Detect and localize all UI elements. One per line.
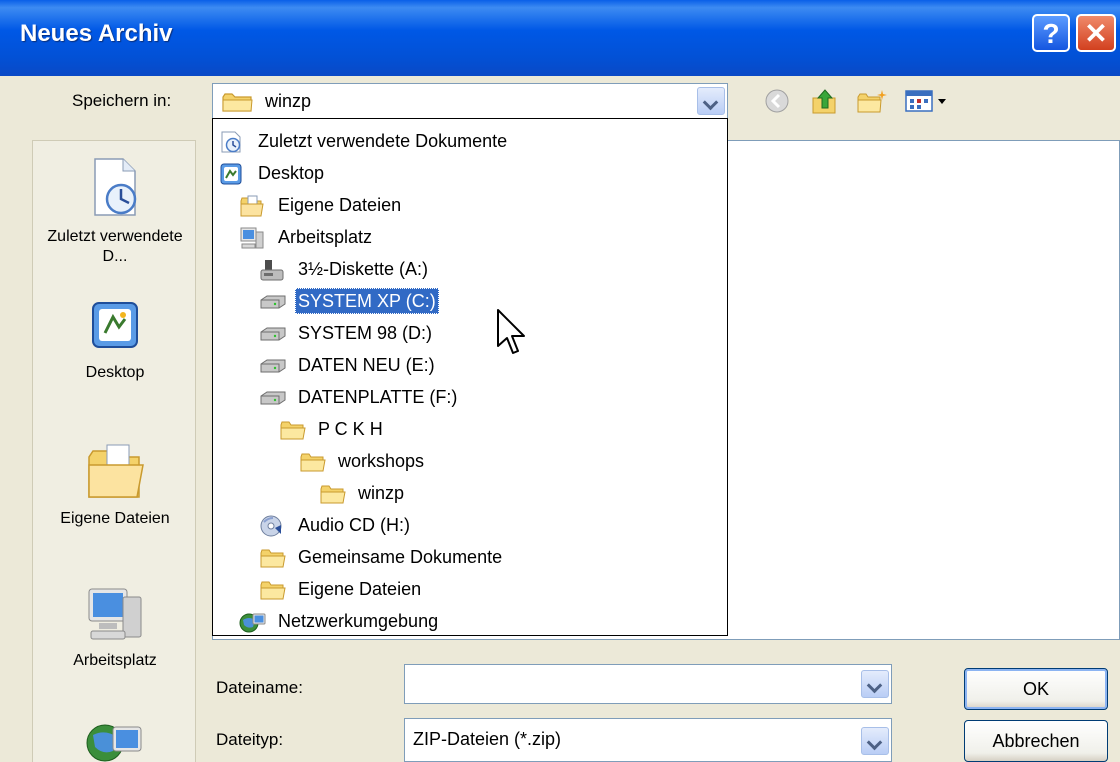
dropdown-item-folder-workshops[interactable]: workshops: [299, 445, 427, 477]
dropdown-item-folder-winzp[interactable]: winzp: [319, 477, 407, 509]
dropdown-item-label: DATENPLATTE (F:): [298, 387, 458, 407]
recent-documents-icon: [219, 130, 249, 153]
my-documents-icon: [83, 444, 147, 505]
view-menu-icon[interactable]: [904, 88, 950, 118]
dropdown-item-audio-cd[interactable]: Audio CD (H:): [259, 509, 413, 541]
ok-button[interactable]: OK: [964, 668, 1108, 710]
filename-combobox[interactable]: [404, 664, 892, 704]
place-network[interactable]: [33, 717, 197, 762]
save-in-combobox[interactable]: winzp: [212, 83, 728, 119]
hard-drive-icon: [259, 386, 289, 408]
dropdown-item-network[interactable]: Netzwerkumgebung: [239, 605, 441, 637]
title-bar[interactable]: Neues Archiv ? ✕: [0, 0, 1120, 76]
filetype-label: Dateityp:: [216, 730, 284, 749]
back-icon[interactable]: [764, 88, 790, 118]
mouse-cursor-icon: [496, 308, 526, 360]
dropdown-item-label: workshops: [338, 451, 425, 471]
place-my-documents[interactable]: Eigene Dateien: [33, 441, 197, 529]
dropdown-item-drive-c[interactable]: SYSTEM XP (C:): [259, 285, 439, 317]
save-in-dropdown-list[interactable]: Zuletzt verwendete Dokumente Desktop Eig…: [212, 118, 728, 636]
filetype-value: ZIP-Dateien (*.zip): [413, 729, 562, 749]
place-label: Desktop: [85, 364, 145, 381]
dropdown-item-label: DATEN NEU (E:): [298, 355, 435, 375]
dropdown-item-eigene-dateien-folder[interactable]: Eigene Dateien: [259, 573, 424, 605]
filetype-dropdown-button[interactable]: [861, 727, 889, 755]
hard-drive-icon: [259, 322, 289, 344]
dropdown-item-label: SYSTEM 98 (D:): [298, 323, 433, 343]
dropdown-item-my-computer[interactable]: Arbeitsplatz: [239, 221, 375, 253]
cancel-button[interactable]: Abbrechen: [964, 720, 1108, 762]
dropdown-item-label: Eigene Dateien: [278, 195, 402, 215]
dropdown-item-drive-d[interactable]: SYSTEM 98 (D:): [259, 317, 435, 349]
folder-icon: [259, 546, 289, 568]
dropdown-item-drive-e[interactable]: DATEN NEU (E:): [259, 349, 438, 381]
window-title: Neues Archiv: [20, 20, 173, 47]
dropdown-item-my-documents[interactable]: Eigene Dateien: [239, 189, 404, 221]
filename-label: Dateiname:: [216, 678, 303, 697]
folder-icon: [279, 418, 309, 440]
close-button[interactable]: ✕: [1076, 14, 1116, 52]
dropdown-item-label: Netzwerkumgebung: [278, 611, 439, 631]
dropdown-item-label: Desktop: [258, 163, 325, 183]
network-icon: [83, 724, 147, 762]
dropdown-item-label: Arbeitsplatz: [278, 227, 373, 247]
floppy-icon: [259, 258, 289, 281]
folder-icon: [319, 482, 349, 504]
place-label: Eigene Dateien: [60, 510, 170, 527]
my-computer-icon: [239, 226, 269, 249]
hard-drive-icon: [259, 354, 289, 376]
dropdown-item-label: 3½-Diskette (A:): [298, 259, 429, 279]
dropdown-item-label: P C K H: [318, 419, 383, 439]
desktop-icon: [85, 302, 145, 359]
dropdown-item-label: winzp: [358, 483, 405, 503]
dropdown-item-desktop[interactable]: Desktop: [219, 157, 327, 189]
dropdown-item-label: Audio CD (H:): [298, 515, 411, 535]
new-folder-icon[interactable]: [856, 88, 888, 120]
recent-documents-icon: [85, 158, 145, 223]
place-label: Arbeitsplatz: [73, 652, 157, 669]
my-documents-icon: [239, 194, 269, 217]
my-computer-icon: [83, 588, 147, 647]
dropdown-item-folder-pckh[interactable]: P C K H: [279, 413, 386, 445]
folder-icon: [259, 578, 289, 600]
hard-drive-icon: [259, 290, 289, 312]
save-in-dropdown-button[interactable]: [697, 87, 725, 115]
folder-icon: [299, 450, 329, 472]
dropdown-item-recent[interactable]: Zuletzt verwendete Dokumente: [219, 125, 510, 157]
dropdown-item-label: Zuletzt verwendete Dokumente: [258, 131, 508, 151]
dropdown-item-floppy[interactable]: 3½-Diskette (A:): [259, 253, 431, 285]
dropdown-item-label: Gemeinsame Dokumente: [298, 547, 503, 567]
network-icon: [239, 610, 269, 633]
dropdown-item-label: Eigene Dateien: [298, 579, 422, 599]
places-bar: Zuletzt verwendete D... Desktop Eigene D…: [32, 140, 196, 762]
save-in-label: Speichern in:: [72, 91, 172, 110]
folder-icon: [221, 91, 255, 117]
dropdown-item-shared-documents[interactable]: Gemeinsame Dokumente: [259, 541, 505, 573]
current-folder-name: winzp: [265, 91, 312, 111]
filetype-combobox[interactable]: ZIP-Dateien (*.zip): [404, 718, 892, 762]
desktop-icon: [219, 162, 249, 185]
filename-dropdown-button[interactable]: [861, 670, 889, 698]
dropdown-item-label: SYSTEM XP (C:): [295, 288, 439, 314]
place-desktop[interactable]: Desktop: [33, 299, 197, 383]
cd-icon: [259, 514, 289, 537]
help-button[interactable]: ?: [1032, 14, 1070, 52]
place-label: Zuletzt verwendete D...: [47, 228, 183, 265]
place-recent[interactable]: Zuletzt verwendete D...: [33, 155, 197, 267]
place-my-computer[interactable]: Arbeitsplatz: [33, 583, 197, 671]
dropdown-item-drive-f[interactable]: DATENPLATTE (F:): [259, 381, 460, 413]
up-folder-icon[interactable]: [810, 88, 840, 120]
save-dialog-window: Neues Archiv ? ✕ Speichern in: winzp Zul…: [0, 0, 1120, 762]
